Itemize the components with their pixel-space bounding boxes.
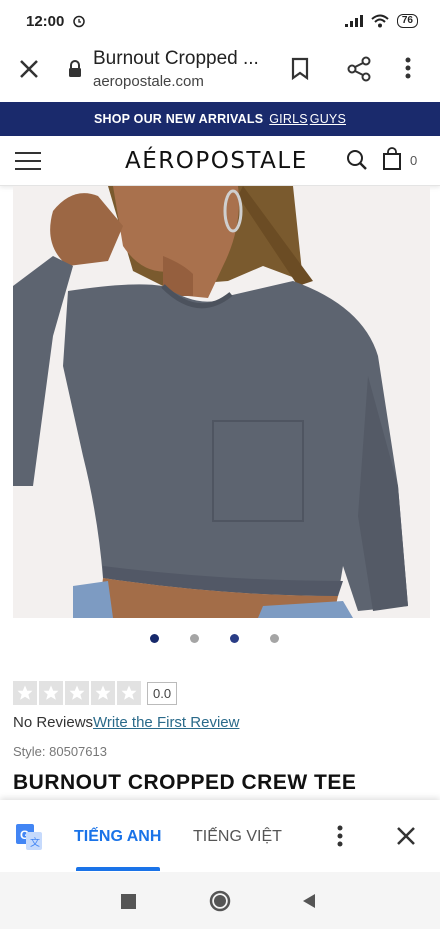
reviews-count: No Reviews bbox=[13, 714, 94, 731]
translate-source-tab[interactable]: TIẾNG ANH bbox=[74, 828, 161, 846]
lock-icon[interactable] bbox=[68, 60, 82, 78]
system-nav-bar bbox=[0, 872, 440, 929]
recent-apps-icon[interactable] bbox=[121, 894, 136, 909]
promo-text: SHOP OUR NEW ARRIVALS bbox=[93, 112, 264, 126]
promo-link-guys[interactable]: GUYS bbox=[310, 112, 346, 126]
product-title: BURNOUT CROPPED CREW TEE bbox=[13, 771, 357, 794]
status-bar: 12:00 76 bbox=[0, 0, 440, 42]
product-image[interactable] bbox=[13, 186, 430, 618]
carousel-dots bbox=[150, 634, 279, 643]
rating-stars: 0.0 bbox=[13, 681, 178, 705]
star-icon bbox=[117, 681, 141, 705]
promo-link-girls[interactable]: GIRLS bbox=[269, 112, 308, 126]
close-tab-icon[interactable] bbox=[18, 58, 40, 80]
cart-count: 0 bbox=[410, 153, 418, 168]
style-number: Style: 80507613 bbox=[13, 744, 107, 759]
bookmark-icon[interactable] bbox=[290, 57, 310, 81]
carousel-dot-1[interactable] bbox=[150, 634, 159, 643]
star-icon bbox=[39, 681, 63, 705]
back-icon[interactable] bbox=[301, 893, 317, 909]
translate-close-icon[interactable] bbox=[396, 826, 416, 846]
star-icon bbox=[65, 681, 89, 705]
browser-toolbar: Burnout Cropped ... aeropostale.com bbox=[0, 42, 440, 102]
active-tab-indicator bbox=[76, 867, 160, 871]
carousel-dot-4[interactable] bbox=[270, 634, 279, 643]
signal-icon bbox=[344, 15, 363, 27]
search-icon[interactable] bbox=[346, 149, 368, 171]
home-icon[interactable] bbox=[209, 890, 231, 912]
rating-score: 0.0 bbox=[147, 681, 178, 705]
tab-title[interactable]: Burnout Cropped ... bbox=[93, 48, 259, 70]
site-logo[interactable]: AÉROPOSTALE bbox=[125, 148, 308, 174]
site-header: AÉROPOSTALE 0 bbox=[0, 136, 440, 186]
share-icon[interactable] bbox=[346, 56, 372, 82]
browser-menu-icon[interactable] bbox=[404, 56, 412, 80]
hamburger-menu-icon[interactable] bbox=[15, 152, 41, 170]
wifi-icon bbox=[371, 14, 389, 28]
reviews-line: No ReviewsWrite the First Review bbox=[13, 714, 239, 731]
promo-banner: SHOP OUR NEW ARRIVALS GIRLS GUYS bbox=[0, 102, 440, 136]
shopping-bag-icon[interactable] bbox=[382, 147, 402, 171]
svg-text:文: 文 bbox=[30, 836, 40, 849]
star-icon bbox=[13, 681, 37, 705]
carousel-dot-2[interactable] bbox=[190, 634, 199, 643]
alarm-icon bbox=[73, 15, 86, 28]
carousel-dot-3[interactable] bbox=[230, 634, 239, 643]
translate-target-tab[interactable]: TIẾNG VIỆT bbox=[193, 828, 282, 846]
google-translate-icon: G文 bbox=[16, 824, 42, 850]
translate-menu-icon[interactable] bbox=[336, 824, 344, 848]
status-time: 12:00 bbox=[26, 12, 65, 30]
battery-indicator: 76 bbox=[396, 14, 418, 28]
star-icon bbox=[91, 681, 115, 705]
write-review-link[interactable]: Write the First Review bbox=[93, 714, 239, 731]
url-text[interactable]: aeropostale.com bbox=[93, 73, 204, 90]
translate-bar: G文 TIẾNG ANH TIẾNG VIỆT bbox=[0, 800, 440, 872]
